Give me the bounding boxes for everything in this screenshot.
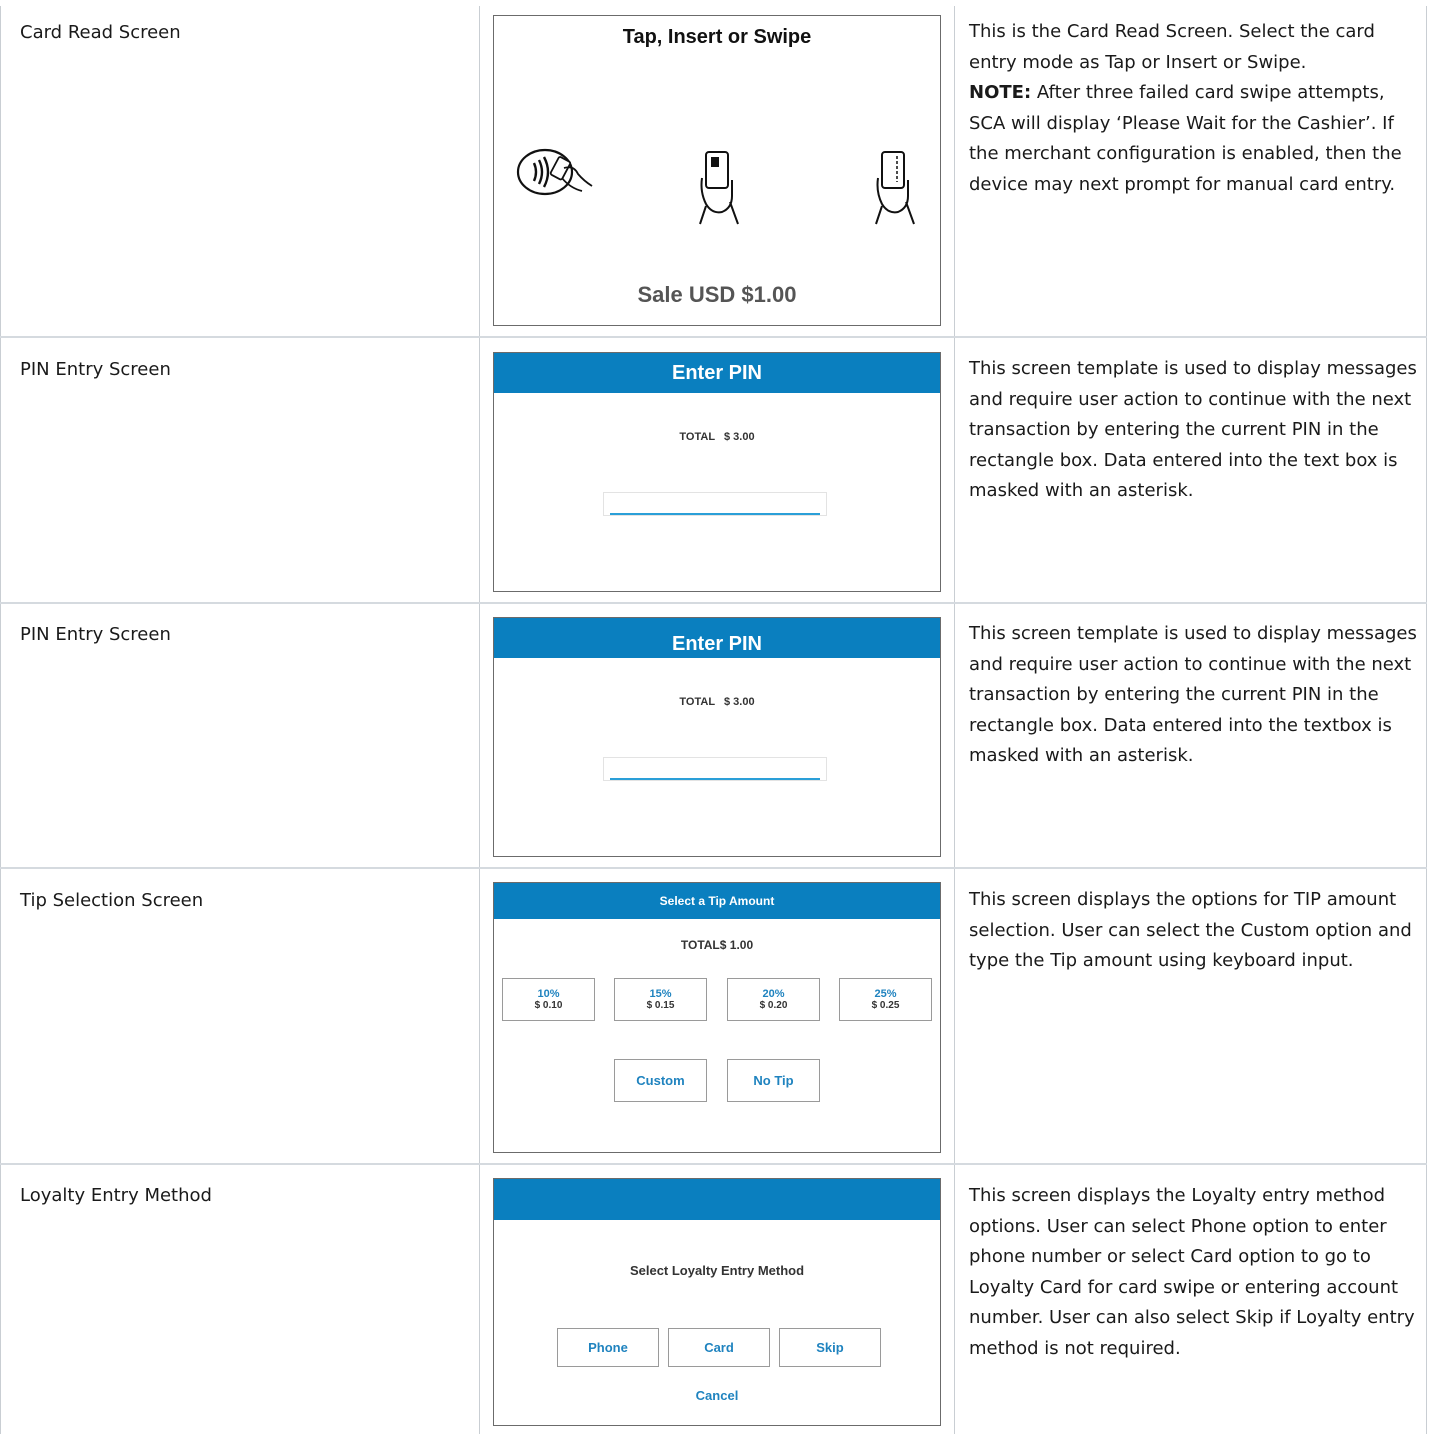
column-divider-1 [0, 6, 1, 1434]
row-label: Card Read Screen [20, 22, 181, 43]
note-label: NOTE: [969, 82, 1032, 103]
sale-amount: Sale USD $1.00 [637, 282, 797, 307]
column-divider-2 [479, 6, 480, 1434]
row-description: This screen displays the Loyalty entry m… [969, 1185, 1415, 1359]
total-amount: TOTAL $ 3.00 [679, 431, 755, 443]
contactless-tap-icon [516, 148, 593, 196]
tip-selection-screenshot: Select a Tip Amount TOTAL$ 1.00 10% $ 0.1… [493, 882, 941, 1153]
cancel-link[interactable]: Cancel [494, 1388, 940, 1403]
row-divider [0, 336, 1427, 338]
pin-input[interactable] [603, 492, 827, 516]
card-insert-icon [699, 151, 739, 225]
tip-option-15[interactable]: 15% $ 0.15 [614, 978, 707, 1021]
row-label: PIN Entry Screen [20, 359, 171, 380]
row-divider [0, 602, 1427, 604]
screen-title: Tap, Insert or Swipe [622, 26, 812, 48]
screen-title-bar: Enter PIN [494, 618, 940, 658]
tip-option-25[interactable]: 25% $ 0.25 [839, 978, 932, 1021]
row-label: Tip Selection Screen [20, 890, 204, 911]
card-read-screenshot: Tap, Insert or Swipe Sale USD $1.00 [493, 15, 941, 326]
total-amount: TOTAL $ 3.00 [679, 696, 755, 708]
row-description: This screen template is used to display … [969, 358, 1417, 501]
row-label: PIN Entry Screen [20, 624, 171, 645]
screen-title-bar [494, 1179, 940, 1220]
loyalty-entry-screenshot: Select Loyalty Entry Method Phone Card S… [493, 1178, 941, 1426]
tip-option-10[interactable]: 10% $ 0.10 [502, 978, 595, 1021]
phone-button[interactable]: Phone [557, 1328, 659, 1367]
custom-tip-button[interactable]: Custom [614, 1059, 707, 1102]
row-description: This screen template is used to display … [969, 623, 1417, 766]
card-swipe-icon [875, 151, 915, 225]
tip-option-20[interactable]: 20% $ 0.20 [727, 978, 820, 1021]
skip-button[interactable]: Skip [779, 1328, 881, 1367]
screen-title-bar: Enter PIN [494, 353, 940, 393]
row-description: This screen displays the options for TIP… [969, 889, 1412, 971]
row-divider [0, 1163, 1427, 1165]
column-divider-4 [1426, 6, 1427, 1434]
total-amount: TOTAL$ 1.00 [680, 938, 754, 952]
no-tip-button[interactable]: No Tip [727, 1059, 820, 1102]
row-divider [0, 867, 1427, 869]
column-divider-3 [954, 6, 955, 1434]
pin-entry-screenshot: Enter PIN TOTAL $ 3.00 [493, 352, 941, 592]
loyalty-prompt: Select Loyalty Entry Method [629, 1263, 805, 1278]
screen-title-bar: Select a Tip Amount [494, 883, 940, 919]
pin-input[interactable] [603, 757, 827, 781]
row-description: This is the Card Read Screen. Select the… [969, 21, 1402, 195]
card-button[interactable]: Card [668, 1328, 770, 1367]
row-label: Loyalty Entry Method [20, 1185, 212, 1206]
pin-entry-screenshot: Enter PIN TOTAL $ 3.00 [493, 617, 941, 857]
